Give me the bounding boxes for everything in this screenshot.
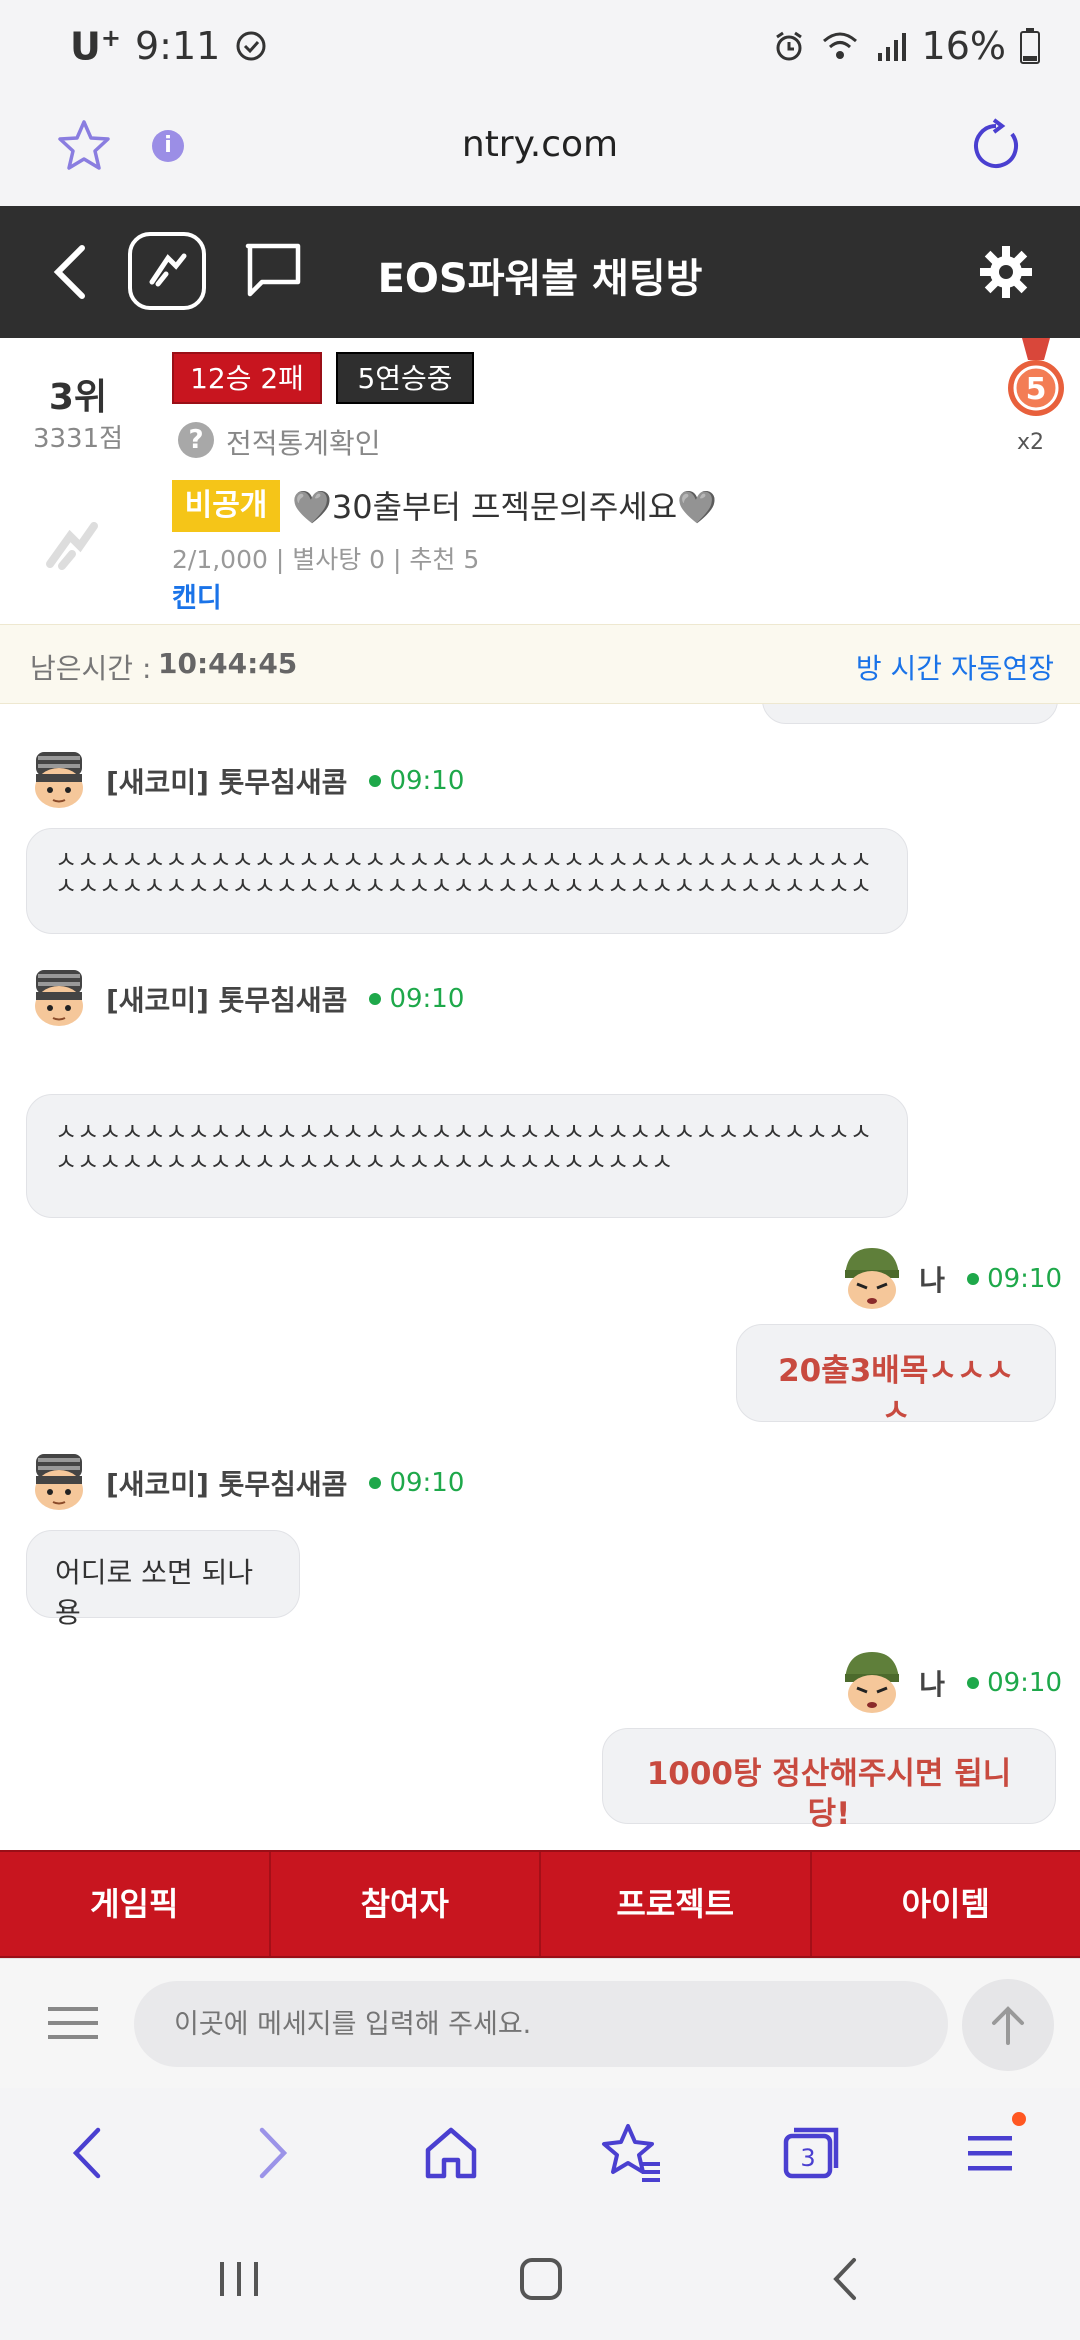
- help-icon[interactable]: ?: [178, 422, 214, 458]
- message-time: 09:10: [987, 1668, 1062, 1698]
- browser-menu-icon[interactable]: [956, 2118, 1026, 2188]
- tab-project[interactable]: 프로젝트: [541, 1852, 812, 1956]
- stats-link[interactable]: 전적통계확인: [226, 422, 381, 462]
- nickname: [새코미] 톳무침새콤: [106, 984, 348, 1017]
- score: 3331점: [32, 424, 124, 454]
- refresh-icon[interactable]: [968, 118, 1024, 174]
- svg-text:5: 5: [1026, 372, 1047, 407]
- browser-bottom-nav: 3: [0, 2088, 1080, 2218]
- avatar[interactable]: [26, 748, 92, 814]
- online-dot: [369, 1477, 382, 1489]
- message-header: [새코미] 톳무침새콤 09:10: [26, 1450, 464, 1516]
- online-dot: [967, 1677, 980, 1689]
- message-header: [새코미] 톳무침새콤 09:10: [26, 748, 464, 814]
- remain-time: 10:44:45: [158, 647, 298, 680]
- message-header-mine: 나 09:10: [839, 1650, 1062, 1716]
- message-input[interactable]: [134, 1981, 948, 2067]
- home-icon[interactable]: [416, 2118, 486, 2188]
- tab-participants[interactable]: 참여자: [271, 1852, 541, 1956]
- nickname: 나: [919, 1264, 946, 1297]
- battery-icon: [1020, 28, 1040, 64]
- message-header: [새코미] 톳무침새콤 09:10: [26, 966, 464, 1032]
- message-bubble-mine: 20출3배목ㅅㅅㅅㅅ: [736, 1324, 1056, 1429]
- record-badge: 12승 2패: [172, 352, 322, 404]
- previous-message-bubble: [762, 704, 1058, 724]
- streak-badge: 5연승중: [336, 352, 474, 404]
- tab-items[interactable]: 아이템: [812, 1852, 1080, 1956]
- message-header-mine: 나 09:10: [839, 1246, 1062, 1312]
- message-bubble: ㅅㅅㅅㅅㅅㅅㅅㅅㅅㅅㅅㅅㅅㅅㅅㅅㅅㅅㅅㅅㅅㅅㅅㅅㅅㅅㅅㅅㅅㅅㅅㅅㅅㅅㅅㅅㅅㅅㅅㅅ…: [26, 1094, 908, 1218]
- battery-percent: 16%: [921, 24, 1006, 68]
- page-title: EOS파워볼 채팅방: [377, 256, 703, 302]
- system-nav-bar: [0, 2218, 1080, 2340]
- send-arrow-icon: [992, 2006, 1024, 2045]
- chat-area[interactable]: [새코미] 톳무침새콤 09:10 ㅅㅅㅅㅅㅅㅅㅅㅅㅅㅅㅅㅅㅅㅅㅅㅅㅅㅅㅅㅅㅅㅅ…: [0, 704, 1080, 1850]
- extend-time-link[interactable]: 방 시간 자동연장: [856, 647, 1054, 687]
- medal-icon: 5: [1008, 338, 1064, 416]
- rank: 3위: [48, 377, 108, 418]
- tabs-count: 3: [800, 2144, 815, 2172]
- message-bubble: 어디로 쏘면 되나용: [26, 1530, 300, 1629]
- avatar[interactable]: [839, 1246, 905, 1312]
- nickname: 나: [919, 1668, 946, 1701]
- online-dot: [967, 1273, 980, 1285]
- status-bar: U+ 9:11 16%: [0, 0, 1080, 100]
- browser-url-bar: i ntry.com: [0, 100, 1080, 206]
- room-meta: 2/1,000 | 별사탕 0 | 추천 5: [172, 545, 480, 574]
- private-badge: 비공개: [172, 480, 280, 532]
- avatar[interactable]: [839, 1650, 905, 1716]
- message-time: 09:10: [389, 1468, 465, 1498]
- room-info: 3위 3331점 12승 2패 5연승중 ? 전적통계확인 5 x2 비공개 🩶…: [0, 338, 1080, 624]
- room-icon: [46, 522, 98, 570]
- wifi-icon: [822, 32, 857, 59]
- remaining-time-bar: 남은시간 : 10:44:45 방 시간 자동연장: [0, 624, 1080, 704]
- room-owner[interactable]: 캔디: [172, 576, 222, 615]
- recent-apps-icon[interactable]: [216, 2256, 262, 2302]
- bookmarks-icon[interactable]: [596, 2118, 666, 2188]
- room-tabs: 게임픽 참여자 프로젝트 아이템: [0, 1850, 1080, 1958]
- browser-back-icon[interactable]: [54, 2118, 124, 2188]
- message-bubble: ㅅㅅㅅㅅㅅㅅㅅㅅㅅㅅㅅㅅㅅㅅㅅㅅㅅㅅㅅㅅㅅㅅㅅㅅㅅㅅㅅㅅㅅㅅㅅㅅㅅㅅㅅㅅㅅㅅㅅㅅ…: [26, 828, 908, 934]
- nickname: [새코미] 톳무침새콤: [106, 766, 348, 799]
- room-name: 🩶30출부터 프젝문의주세요🩶: [292, 488, 717, 526]
- browser-forward-icon[interactable]: [236, 2118, 306, 2188]
- online-dot: [369, 993, 382, 1005]
- message-time: 09:10: [389, 766, 465, 796]
- online-dot: [369, 775, 382, 787]
- home-button-icon[interactable]: [518, 2256, 564, 2302]
- avatar[interactable]: [26, 966, 92, 1032]
- send-button[interactable]: [962, 1979, 1054, 2071]
- clock: 9:11: [134, 24, 221, 69]
- message-time: 09:10: [987, 1264, 1062, 1294]
- remain-label: 남은시간 :: [30, 652, 152, 685]
- menu-icon[interactable]: [48, 2005, 98, 2041]
- alarm-icon: [775, 31, 802, 61]
- sync-status-icon: [236, 31, 266, 61]
- avatar[interactable]: [26, 1450, 92, 1516]
- system-back-icon[interactable]: [824, 2256, 870, 2302]
- app-header: EOS파워볼 채팅방: [0, 206, 1080, 338]
- carrier-label: U+: [70, 24, 121, 69]
- signal-icon: [877, 33, 906, 61]
- status-right: 16%: [772, 24, 1040, 68]
- gear-icon[interactable]: [978, 244, 1034, 300]
- medal-count: x2: [1016, 430, 1044, 455]
- nickname: [새코미] 톳무침새콤: [106, 1468, 348, 1501]
- message-input-bar: [0, 1958, 1080, 2088]
- tab-game-pick[interactable]: 게임픽: [0, 1852, 271, 1956]
- message-time: 09:10: [389, 984, 465, 1014]
- tabs-icon[interactable]: 3: [776, 2118, 846, 2188]
- message-bubble-mine: 1000탕 정산해주시면 됩니당!: [602, 1728, 1056, 1832]
- url-text[interactable]: ntry.com: [0, 124, 1080, 165]
- status-left: U+ 9:11: [70, 24, 268, 69]
- notification-dot: [1012, 2112, 1026, 2126]
